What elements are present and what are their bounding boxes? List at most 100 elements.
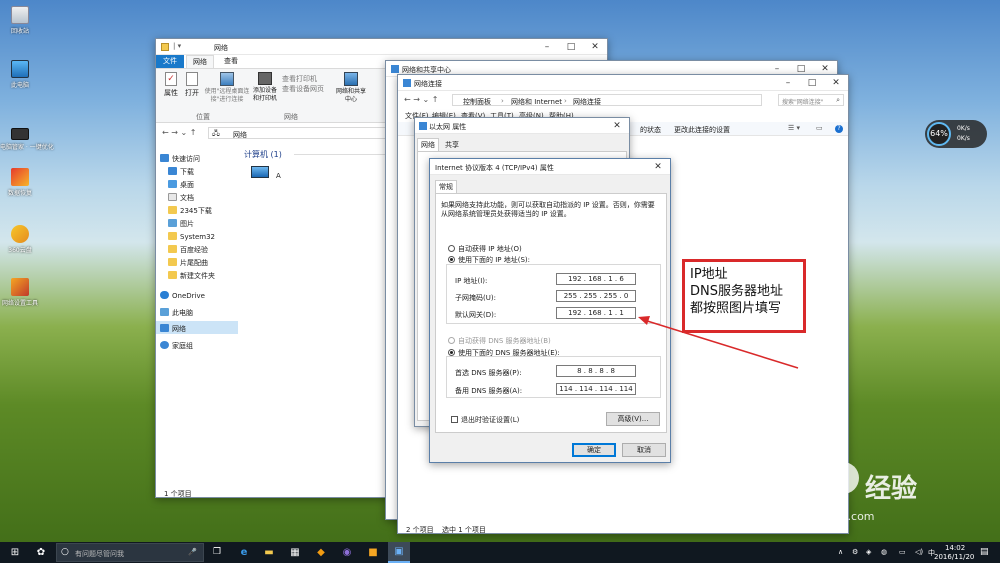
desktop-icon-cloud-drive[interactable]: 360云盘 [0,225,40,254]
net-conn-titlebar[interactable]: 网络连接 – □ ✕ [398,75,848,91]
desktop-icon-network-tool[interactable]: 网络设置工具 [0,278,40,307]
tab-file[interactable]: 文件 [156,55,184,68]
action-center-icon[interactable]: ▤ [980,547,989,557]
help-icon[interactable]: ? [835,125,843,133]
cancel-button[interactable]: 取消 [622,443,666,457]
tray-app2-icon[interactable]: ◍ [881,548,887,556]
ribbon-properties-button[interactable]: ✓ 属性 [162,72,180,98]
close-button[interactable]: ✕ [646,159,670,175]
auto-ip-label[interactable]: 自动获得 IP 地址(O) [458,244,522,254]
start-windows-icon[interactable]: ⊞ [8,546,22,559]
cortana-search-box[interactable]: ○ 有问题尽管问我 🎤 [56,543,204,562]
tray-network-icon[interactable]: ▭ [899,548,906,556]
net-conn-breadcrumb[interactable]: 控制面板 › 网络和 Internet › 网络连接 [452,94,762,106]
nav-desktop[interactable]: 桌面 [168,180,194,190]
breadcrumb-control-panel[interactable]: 控制面板 [463,97,491,107]
address-network-icon: 🖧 [212,129,220,137]
nav-homegroup[interactable]: 家庭组 [160,341,193,351]
nav-system32[interactable]: System32 [168,232,215,241]
desktop-icon-data-recovery[interactable]: 数据恢复 [0,168,40,197]
minimize-button[interactable]: – [535,39,559,55]
subnet-mask-field[interactable]: 255 . 255 . 255 . 0 [556,290,636,302]
tray-expand-icon[interactable]: ∧ [838,548,843,556]
tray-date[interactable]: 2016/11/20 [934,553,974,561]
computer-icon [160,308,169,316]
ribbon-network-center-button[interactable]: 网络和共享中心 [336,72,366,104]
nav-back-forward-icon[interactable]: ← → ⌄ ↑ [404,95,438,104]
explorer-titlebar[interactable]: | ▾ 网络 – □ ✕ [156,39,607,55]
file-explorer-taskbar-icon[interactable]: ▬ [262,546,276,559]
tab-view[interactable]: 查看 [218,55,244,68]
ip-address-field[interactable]: 192 . 168 . 1 . 6 [556,273,636,285]
tray-volume-icon[interactable]: ◁) [915,548,923,556]
tab-network[interactable]: 网络 [186,55,214,68]
toolbar-change-settings[interactable]: 更改此连接的设置 [674,125,730,135]
nav-quick-access[interactable]: 快速访问 [160,154,200,164]
breadcrumb-network-internet[interactable]: 网络和 Internet [511,97,562,107]
computer-item-icon[interactable] [251,166,271,182]
desktop-icon-this-pc[interactable]: 此电脑 [0,60,40,89]
ribbon-view-printers[interactable]: 查看打印机 [282,74,317,84]
tray-app-icon[interactable]: ⚙ [852,548,858,556]
toolbar-status[interactable]: 的状态 [640,125,661,135]
eth-props-titlebar[interactable]: 以太网 属性 ✕ [415,118,629,134]
manual-dns-radio[interactable] [448,349,455,356]
desktop-icon-recycle-bin[interactable]: 回收站 [0,6,40,35]
nav-pictures[interactable]: 图片 [168,219,194,229]
nav-this-pc[interactable]: 此电脑 [160,308,193,318]
ok-button[interactable]: 确定 [572,443,616,457]
net-conn-search[interactable]: 搜索"网络连接" ⌕ [778,94,844,106]
auto-dns-radio[interactable] [448,337,455,344]
maximize-button[interactable]: □ [559,39,583,55]
nav-network[interactable]: 网络 [160,324,186,334]
nav-new-folder[interactable]: 新建文件夹 [168,271,215,281]
microphone-icon[interactable]: 🎤 [188,548,197,556]
advanced-button[interactable]: 高级(V)... [606,412,660,426]
nav-2345-downloads[interactable]: 2345下载 [168,206,212,216]
tray-security-icon[interactable]: ◈ [866,548,871,556]
alternate-dns-field[interactable]: 114 . 114 . 114 . 114 [556,383,636,395]
store-icon[interactable]: ▦ [288,546,302,559]
maximize-button[interactable]: □ [800,75,824,91]
desktop-icon-pc-manager[interactable]: 电脑管家 · 一键优化 [0,125,54,151]
ribbon-add-device-button[interactable]: 添加设备和打印机 [252,72,278,103]
eth-tab-sharing[interactable]: 共享 [441,139,463,151]
app-colorful-icon[interactable]: ✿ [34,546,48,559]
eth-tab-network[interactable]: 网络 [417,138,439,151]
nav-ending-music[interactable]: 片尾配曲 [168,258,208,268]
close-button[interactable]: ✕ [583,39,607,55]
computer-item-label[interactable]: A [276,172,281,180]
ribbon-remote-desktop-button[interactable]: 使用"远程桌面连接"进行连接 [204,72,250,104]
ipv4-tab-general[interactable]: 常规 [435,180,457,193]
preferred-dns-field[interactable]: 8 . 8 . 8 . 8 [556,365,636,377]
auto-ip-radio[interactable] [448,245,455,252]
ipv4-titlebar[interactable]: Internet 协议版本 4 (TCP/IPv4) 属性 ✕ [430,159,670,175]
nav-onedrive[interactable]: OneDrive [160,291,205,300]
app-folder-icon[interactable]: ■ [366,546,380,559]
tray-time[interactable]: 14:02 [945,544,965,552]
validate-on-exit-checkbox[interactable] [451,416,458,423]
speed-widget[interactable]: 64% 0K/s 0K/s [925,120,987,148]
manual-ip-radio[interactable] [448,256,455,263]
app-purple-icon[interactable]: ◉ [340,546,354,559]
minimize-button[interactable]: – [776,75,800,91]
edge-browser-icon[interactable]: e [237,546,251,559]
nav-back-forward-icon[interactable]: ← → ⌄ ↑ [162,128,196,137]
app-orange-icon[interactable]: ◆ [314,546,328,559]
view-options-icon[interactable]: ☰ ▾ [788,124,800,132]
nav-downloads[interactable]: 下载 [168,167,194,177]
ribbon-view-media[interactable]: 查看设备网页 [282,84,324,94]
section-header-computers[interactable]: 计算机 (1) [244,149,282,160]
breadcrumb-net-conn[interactable]: 网络连接 [573,97,601,107]
gateway-field[interactable]: 192 . 168 . 1 . 1 [556,307,636,319]
quick-access-toolbar-icon[interactable] [161,43,169,51]
close-button[interactable]: ✕ [824,75,848,91]
active-window-button[interactable]: ▣ [388,542,410,563]
ribbon-open-button[interactable]: 打开 [183,72,201,98]
nav-baidu-jingyan[interactable]: 百度经验 [168,245,208,255]
close-button[interactable]: ✕ [605,118,629,134]
validate-on-exit-label[interactable]: 退出时验证设置(L) [461,415,519,425]
preview-pane-icon[interactable]: ▭ [816,124,823,132]
nav-documents[interactable]: 文档 [168,193,194,203]
task-view-icon[interactable]: ❐ [210,546,224,559]
